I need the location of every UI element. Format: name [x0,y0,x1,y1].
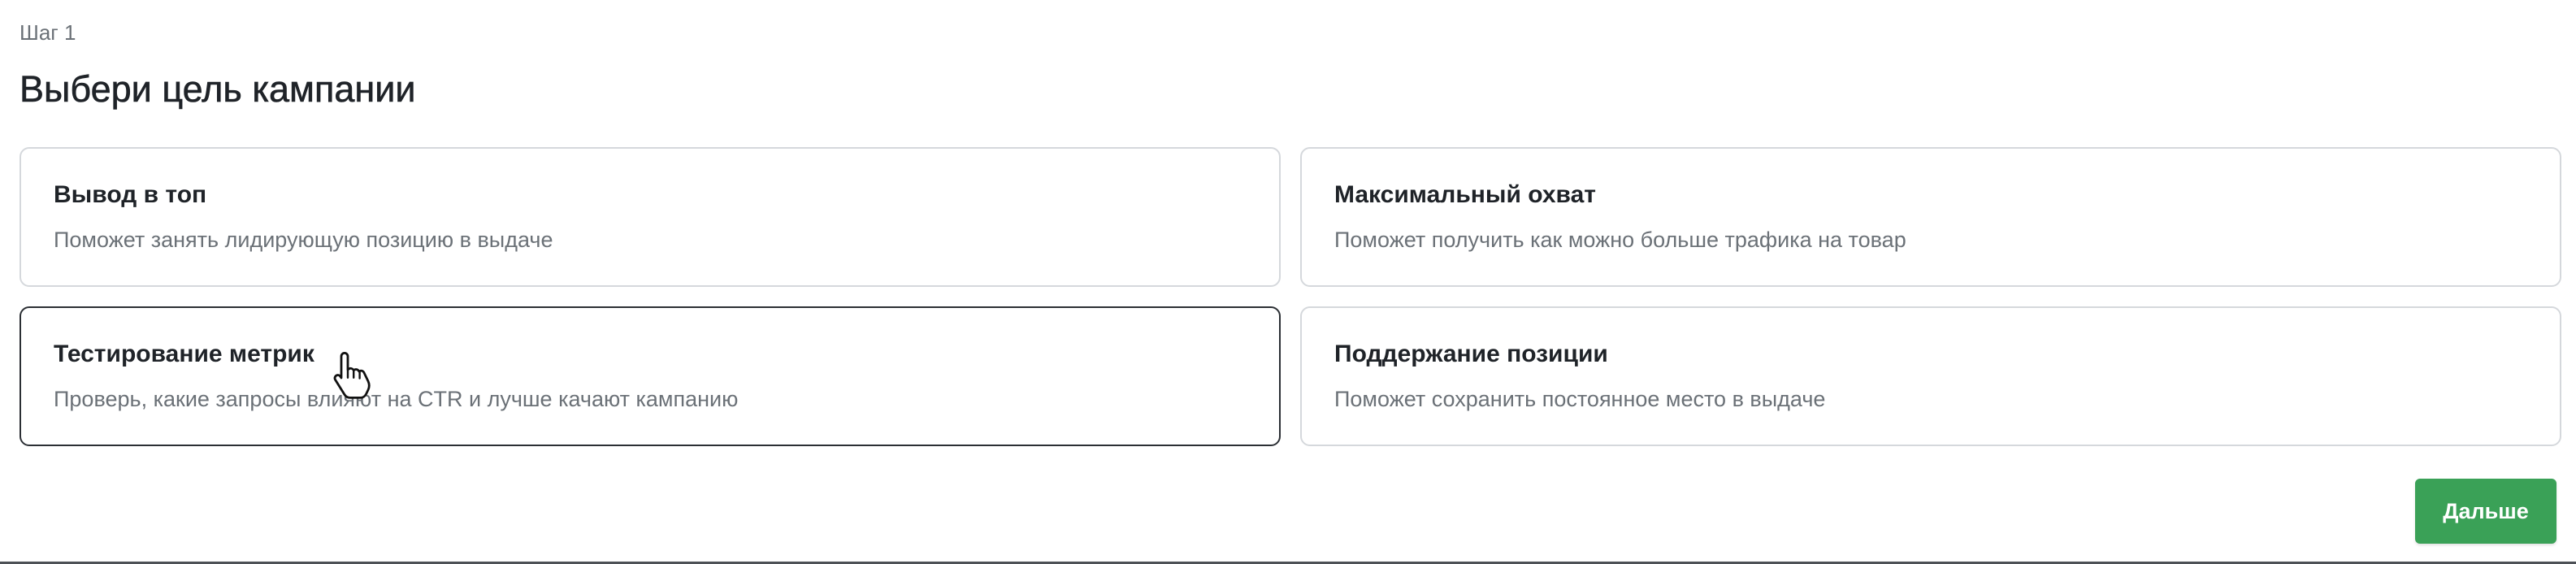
step-label: Шаг 1 [20,20,76,45]
goal-title: Поддержание позиции [1334,341,1608,367]
next-button[interactable]: Дальше [2415,479,2556,544]
page-title: Выбери цель кампании [20,68,416,111]
goal-description: Поможет сохранить постоянное место в выд… [1334,387,1826,411]
goal-card-metrics-testing[interactable]: Тестирование метрик Проверь, какие запро… [20,306,1281,446]
goal-title: Тестирование метрик [54,341,314,367]
campaign-goal-page: Шаг 1 Выбери цель кампании Вывод в топ П… [0,0,2576,564]
goal-options: Вывод в топ Поможет занять лидирующую по… [20,147,2561,446]
goal-title: Вывод в топ [54,181,207,208]
goal-description: Проверь, какие запросы влияют на CTR и л… [54,387,739,411]
hand-pointer-icon [333,352,371,399]
goal-title: Максимальный охват [1334,181,1596,208]
goal-description: Поможет получить как можно больше трафик… [1334,228,1906,252]
goal-card-max-reach[interactable]: Максимальный охват Поможет получить как … [1300,147,2561,287]
goal-description: Поможет занять лидирующую позицию в выда… [54,228,553,252]
goal-card-hold-position[interactable]: Поддержание позиции Поможет сохранить по… [1300,306,2561,446]
goal-card-top-ranking[interactable]: Вывод в топ Поможет занять лидирующую по… [20,147,1281,287]
